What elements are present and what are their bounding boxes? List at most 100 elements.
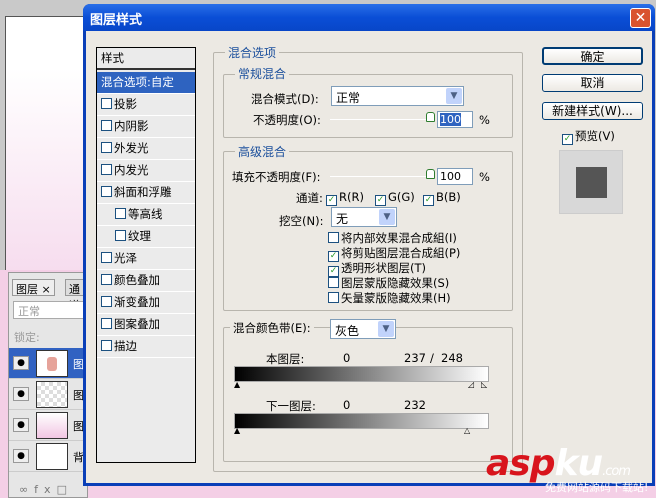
this-layer-gradient-bar xyxy=(234,366,489,382)
channel-b-checkbox[interactable]: ✓ B(B) xyxy=(423,190,461,206)
style-list: 样式 混合选项:自定 投影 内阴影 外发光 内发光 斜面和浮雕 等高线 纹理 光泽 颜色叠加 渐变叠加… xyxy=(96,47,196,463)
preview-checkbox[interactable]: ✓ 预览(V) xyxy=(562,128,615,145)
checkbox-icon[interactable] xyxy=(101,318,112,329)
advanced-option-checkbox[interactable]: 将内部效果混合成組(I) xyxy=(328,230,457,246)
tab-layers[interactable]: 图层 × xyxy=(12,279,55,296)
advanced-option-checkbox[interactable]: 图层蒙版隐藏效果(S) xyxy=(328,275,449,291)
style-item[interactable]: 纹理 xyxy=(97,226,195,248)
fx-icon[interactable]: fx xyxy=(34,483,56,496)
style-item[interactable]: 外发光 xyxy=(97,138,195,160)
style-item[interactable]: 混合选项:自定 xyxy=(97,72,195,94)
fill-opacity-input[interactable]: 100 xyxy=(437,168,473,185)
style-item[interactable]: 光泽 xyxy=(97,248,195,270)
check-icon: ✓ xyxy=(423,195,434,206)
checkbox-icon[interactable] xyxy=(101,296,112,307)
style-item[interactable]: 内阴影 xyxy=(97,116,195,138)
checkbox-icon[interactable] xyxy=(101,274,112,285)
close-button[interactable]: ✕ xyxy=(630,8,651,28)
layers-panel: 图层 × 通道 正常 锁定: ●图 ●图 ●图 ●背 ∞fx□ xyxy=(8,272,89,498)
this-layer-label: 本图层: xyxy=(266,352,305,366)
layer-tools[interactable]: ∞fx□ xyxy=(19,483,73,496)
eye-icon[interactable]: ● xyxy=(13,356,29,370)
opacity-slider-handle[interactable] xyxy=(426,112,435,122)
style-item[interactable]: 颜色叠加 xyxy=(97,270,195,292)
cancel-button[interactable]: 取消 xyxy=(542,74,643,92)
checkbox-icon[interactable] xyxy=(101,186,112,197)
style-item[interactable]: 内发光 xyxy=(97,160,195,182)
channel-r-checkbox[interactable]: ✓ R(R) xyxy=(326,190,364,206)
layer-thumbnail xyxy=(36,412,68,439)
opacity-label: 不透明度(O): xyxy=(253,113,321,127)
link-icon[interactable]: ∞ xyxy=(19,483,34,496)
style-item[interactable]: 图案叠加 xyxy=(97,314,195,336)
eye-icon[interactable]: ● xyxy=(13,449,29,463)
channel-r-label: R(R) xyxy=(339,190,364,204)
layer-thumbnail xyxy=(36,381,68,408)
opacity-slider[interactable] xyxy=(330,119,434,120)
check-icon: ✓ xyxy=(562,134,573,145)
layer-thumbnail xyxy=(36,443,68,470)
new-style-button[interactable]: 新建样式(W)... xyxy=(542,102,643,120)
underlying-black-value: 0 xyxy=(343,398,351,412)
blend-mode-value: 正常 xyxy=(336,91,361,105)
mask-icon[interactable]: □ xyxy=(57,483,73,496)
style-preview xyxy=(559,150,623,214)
blend-mode-label: 混合模式(D): xyxy=(251,92,319,106)
style-item-label: 内发光 xyxy=(114,163,149,177)
advanced-option-checkbox[interactable]: 矢量蒙版隐藏效果(H) xyxy=(328,290,451,306)
blend-mode-select[interactable]: 正常 xyxy=(13,301,89,319)
underlying-black-handle[interactable]: ▲ xyxy=(234,427,240,435)
checkbox-icon[interactable] xyxy=(101,120,112,131)
fill-opacity-slider-handle[interactable] xyxy=(426,169,435,179)
close-tab-icon[interactable]: × xyxy=(42,283,51,296)
style-item[interactable]: 等高线 xyxy=(97,204,195,226)
underlying-white-handle[interactable]: △ xyxy=(464,427,470,435)
underlying-white-value: 232 xyxy=(404,398,426,412)
style-item-label: 纹理 xyxy=(128,229,151,243)
checkbox-icon[interactable] xyxy=(101,164,112,175)
layer-row[interactable]: ● 图 xyxy=(9,348,89,379)
knockout-select[interactable]: 无 ▼ xyxy=(331,207,397,227)
layer-row[interactable]: ● 背 xyxy=(9,441,89,472)
checkbox-icon[interactable] xyxy=(115,230,126,241)
channel-g-checkbox[interactable]: ✓ G(G) xyxy=(375,190,415,206)
this-layer-white-handle-left[interactable]: ◿ xyxy=(468,381,474,389)
fill-opacity-slider[interactable] xyxy=(330,176,434,177)
this-layer-black-value: 0 xyxy=(343,351,351,365)
layer-thumbnail xyxy=(36,350,68,377)
style-item-label: 描边 xyxy=(114,339,137,353)
layer-row[interactable]: ● 图 xyxy=(9,379,89,410)
style-item[interactable]: 描边 xyxy=(97,336,195,358)
style-item-label: 图案叠加 xyxy=(114,317,160,331)
eye-icon[interactable]: ● xyxy=(13,418,29,432)
blend-if-select[interactable]: 灰色 ▼ xyxy=(330,319,396,339)
chevron-down-icon: ▼ xyxy=(378,321,394,337)
channels-label: 通道: xyxy=(296,191,323,205)
blend-if-group xyxy=(223,327,513,462)
check-icon: ✓ xyxy=(326,195,337,206)
style-item[interactable]: 斜面和浮雕 xyxy=(97,182,195,204)
checkbox-icon[interactable] xyxy=(101,340,112,351)
knockout-label: 挖空(N): xyxy=(279,214,324,228)
title-bar[interactable]: 图层样式 ✕ xyxy=(83,4,655,31)
blend-mode-select[interactable]: 正常 ▼ xyxy=(331,86,464,106)
document-canvas xyxy=(5,16,95,276)
eye-icon[interactable]: ● xyxy=(13,387,29,401)
checkbox-icon[interactable] xyxy=(101,98,112,109)
this-layer-white-handle-right[interactable]: ◺ xyxy=(481,381,487,389)
checkbox-icon[interactable] xyxy=(101,252,112,263)
checkbox-icon[interactable] xyxy=(101,142,112,153)
this-layer-black-handle[interactable]: ▲ xyxy=(234,381,240,389)
checkbox-icon xyxy=(328,292,339,303)
style-item[interactable]: 渐变叠加 xyxy=(97,292,195,314)
opacity-input[interactable]: 100 xyxy=(437,111,473,128)
watermark-accent: ku xyxy=(554,443,604,484)
layer-row[interactable]: ● 图 xyxy=(9,410,89,441)
style-item-label: 颜色叠加 xyxy=(114,273,160,287)
style-item-label: 内阴影 xyxy=(114,119,149,133)
blend-if-label: 混合颜色带(E): xyxy=(230,320,314,336)
dialog-body: 样式 混合选项:自定 投影 内阴影 外发光 内发光 斜面和浮雕 等高线 纹理 光泽 颜色叠加 渐变叠加… xyxy=(86,31,652,483)
ok-button[interactable]: 确定 xyxy=(542,47,643,65)
checkbox-icon[interactable] xyxy=(115,208,126,219)
style-item[interactable]: 投影 xyxy=(97,94,195,116)
